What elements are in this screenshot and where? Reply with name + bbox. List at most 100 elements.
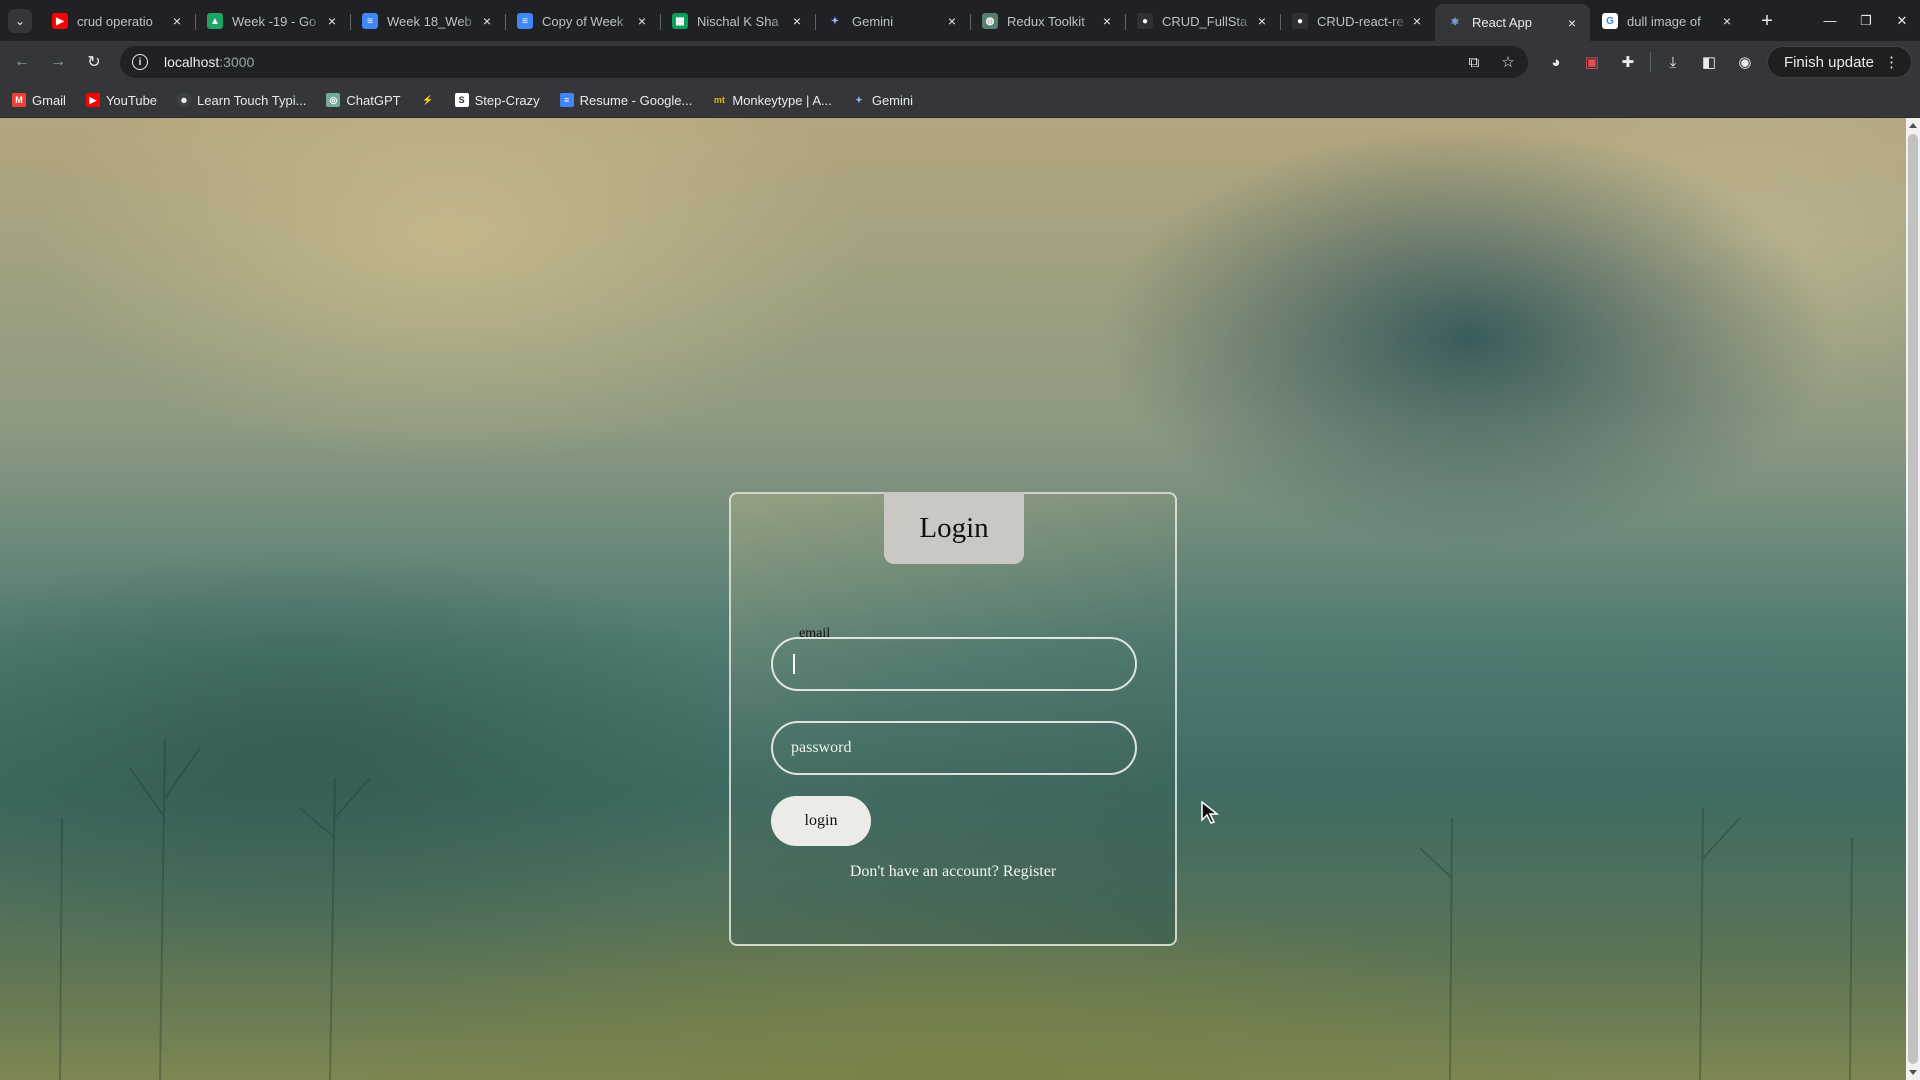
bookmark-label: Monkeytype | A...	[732, 92, 832, 108]
tab-title: Copy of Week	[542, 13, 624, 29]
close-tab-icon[interactable]: ×	[634, 13, 650, 29]
bookmark-label: Learn Touch Typi...	[197, 92, 307, 108]
close-tab-icon[interactable]: ×	[789, 13, 805, 29]
extension-red-icon: ▣	[1584, 54, 1600, 71]
downloads-button[interactable]: ⤓	[1659, 48, 1687, 76]
bookmark-item[interactable]: mt Monkeytype | A...	[712, 92, 832, 108]
react-icon: ⚛	[1450, 17, 1460, 28]
gemini-icon: ✦	[855, 94, 863, 105]
bookmark-item[interactable]: ⚡	[421, 93, 435, 107]
close-tab-icon[interactable]: ×	[1719, 13, 1735, 29]
finish-update-button[interactable]: Finish update ⋮	[1766, 46, 1912, 78]
bookmark-star-button[interactable]: ☆	[1496, 50, 1520, 74]
register-link[interactable]: Register	[1003, 863, 1056, 880]
tab-list: ▶ crud operatio × ▲ Week -19 - Go × ≡ Week 18_W…	[40, 0, 1745, 41]
tab-9[interactable]: ⚛ React App ×	[1435, 4, 1590, 41]
tab-title: Redux Toolkit	[1007, 13, 1085, 29]
side-panel-button[interactable]: ◧	[1695, 48, 1723, 76]
extension-avatar-icon: ◕	[1551, 53, 1561, 71]
tab-2[interactable]: ≡ Week 18_Web ×	[350, 4, 505, 38]
login-button[interactable]: login	[771, 796, 871, 846]
bolt-icon: ⚡	[422, 94, 434, 105]
extension-button[interactable]: ◕	[1542, 48, 1570, 76]
more-vert-icon: ⋮	[1884, 54, 1899, 71]
bookmark-item[interactable]: ☻ Learn Touch Typi...	[177, 93, 306, 108]
text-caret	[793, 654, 795, 674]
tab-0[interactable]: ▶ crud operatio ×	[40, 4, 195, 38]
chevron-down-icon: ⌄	[14, 14, 26, 28]
tab-1[interactable]: ▲ Week -19 - Go ×	[195, 4, 350, 38]
close-tab-icon[interactable]: ×	[1254, 13, 1270, 29]
close-icon: ✕	[1896, 12, 1908, 28]
window-controls: — ❐ ✕	[1812, 0, 1920, 41]
tab-7[interactable]: ● CRUD_FullSta ×	[1125, 4, 1280, 38]
close-tab-icon[interactable]: ×	[1099, 13, 1115, 29]
restore-icon: ❐	[1860, 12, 1872, 28]
tab-6[interactable]: ◍ Redux Toolkit ×	[970, 4, 1125, 38]
close-tab-icon[interactable]: ×	[169, 13, 185, 29]
vertical-scrollbar[interactable]	[1906, 118, 1920, 1080]
tab-4[interactable]: ▦ Nischal K Sha ×	[660, 4, 815, 38]
tab-5[interactable]: ✦ Gemini ×	[815, 4, 970, 38]
profile-button[interactable]: ◉	[1731, 48, 1759, 76]
new-tab-button[interactable]: +	[1753, 7, 1781, 35]
email-field[interactable]	[771, 637, 1137, 691]
close-tab-icon[interactable]: ×	[944, 13, 960, 29]
docs-icon: ≡	[517, 13, 533, 29]
scroll-down-icon[interactable]	[1909, 1070, 1917, 1075]
docs-icon: ≡	[362, 13, 378, 29]
tab-search-button[interactable]: ⌄	[8, 9, 32, 33]
github-icon: ●	[1292, 13, 1308, 29]
register-text: Don't have an account?	[849, 863, 999, 880]
bookmark-label: Step-Crazy	[474, 92, 540, 108]
tab-10[interactable]: Gdull image of ×	[1590, 4, 1745, 38]
close-tab-icon[interactable]: ×	[324, 13, 340, 29]
arrow-left-icon: ←	[14, 53, 30, 70]
extensions-menu-button[interactable]: ✚	[1614, 48, 1642, 76]
docs-icon: ≡	[559, 93, 574, 107]
extension-button[interactable]: ▣	[1578, 48, 1606, 76]
bookmark-label: YouTube	[105, 92, 158, 108]
close-tab-icon[interactable]: ×	[1564, 15, 1580, 31]
bookmark-item[interactable]: ◎ ChatGPT	[326, 93, 401, 108]
gemini-icon: ✦	[830, 15, 840, 27]
bookmark-item[interactable]: S Step-Crazy	[454, 92, 540, 108]
reload-icon: ↻	[87, 54, 101, 71]
gmail-icon: M	[12, 93, 26, 107]
google-icon: G	[1602, 13, 1618, 29]
close-window-button[interactable]: ✕	[1884, 0, 1920, 41]
bookmark-item[interactable]: ≡ Resume - Google...	[559, 93, 692, 108]
forward-button[interactable]: →	[42, 46, 74, 78]
scroll-up-icon[interactable]	[1909, 123, 1917, 128]
bookmark-item[interactable]: ▶ YouTube	[85, 92, 158, 108]
install-app-button[interactable]: ⧉	[1462, 50, 1486, 74]
youtube-icon: ▶	[52, 13, 68, 29]
scrollbar-thumb[interactable]	[1908, 134, 1918, 1064]
restore-button[interactable]: ❐	[1848, 0, 1884, 41]
back-button[interactable]: ←	[6, 46, 38, 78]
minimize-button[interactable]: —	[1812, 0, 1848, 41]
address-bar[interactable]: i localhost:3000 ⧉ ☆	[120, 46, 1528, 78]
tab-3[interactable]: ≡ Copy of Week ×	[505, 4, 660, 38]
tab-title: crud operatio	[77, 13, 153, 29]
bookmark-label: Gemini	[871, 92, 914, 108]
site-info-icon[interactable]: i	[132, 54, 148, 70]
page-background: Login email login Don't have an account?…	[0, 118, 1906, 1080]
reload-button[interactable]: ↻	[78, 46, 110, 78]
close-tab-icon[interactable]: ×	[1409, 13, 1425, 29]
tab-8[interactable]: ● CRUD-react-re ×	[1280, 4, 1435, 38]
install-icon: ⧉	[1468, 53, 1480, 71]
monkeytype-icon: mt	[713, 95, 725, 105]
redux-icon: ◍	[982, 13, 998, 29]
browser-toolbar: ← → ↻ i localhost:3000 ⧉ ☆ ◕ ▣ ✚ ⤓ ◧ ◉ F…	[0, 41, 1920, 83]
bookmark-item[interactable]: ✦ Gemini	[852, 93, 913, 108]
minimize-icon: —	[1823, 13, 1837, 28]
close-tab-icon[interactable]: ×	[479, 13, 495, 29]
typing-icon: ☻	[177, 93, 192, 107]
toolbar-divider	[1649, 52, 1651, 72]
password-field[interactable]	[771, 721, 1137, 775]
bookmark-item[interactable]: M Gmail	[12, 93, 66, 108]
puzzle-icon: ✚	[1621, 54, 1635, 71]
download-icon: ⤓	[1669, 53, 1677, 71]
avatar: ◉	[1738, 54, 1752, 71]
